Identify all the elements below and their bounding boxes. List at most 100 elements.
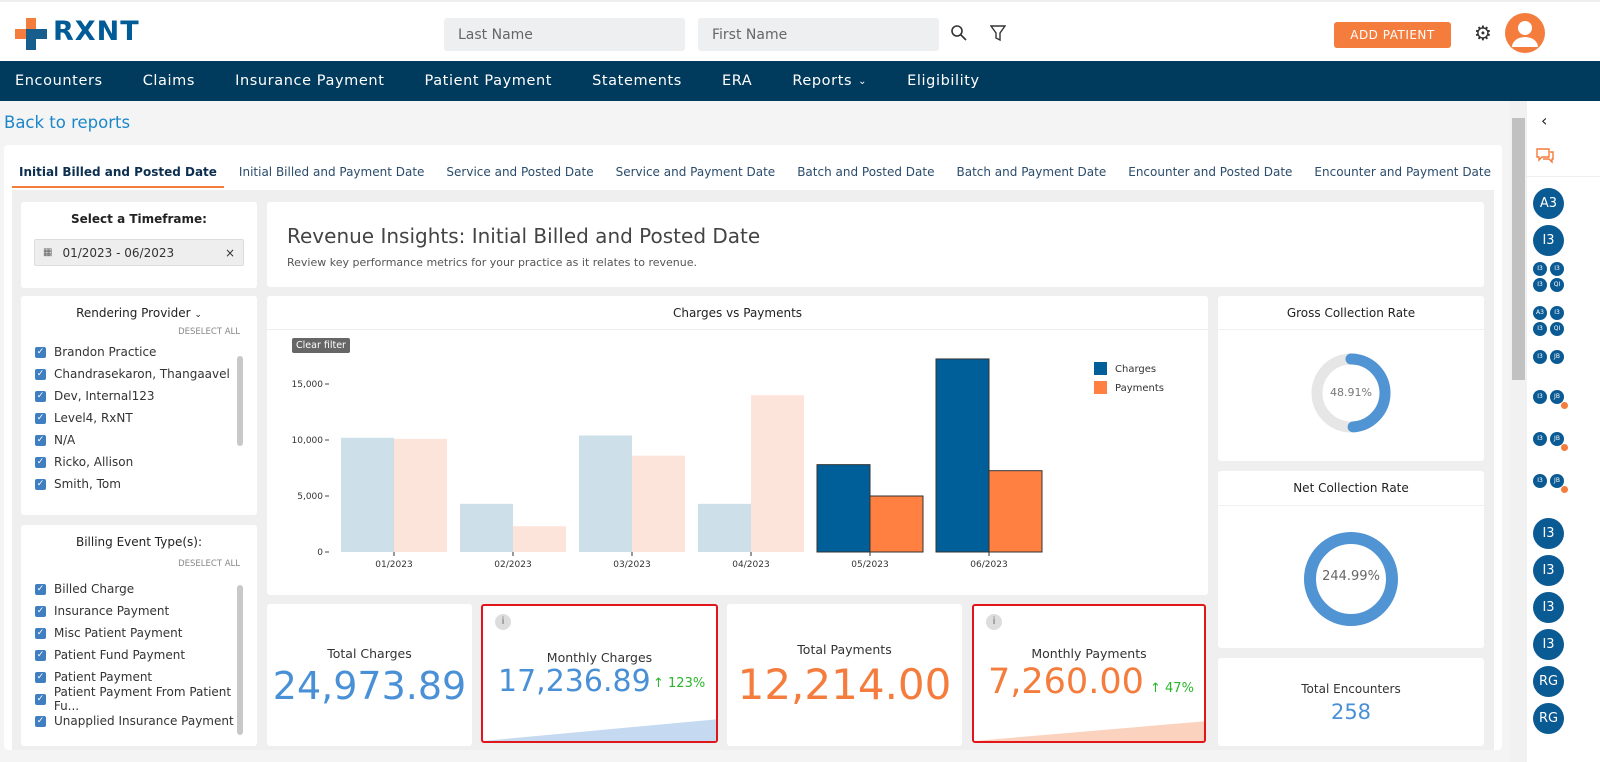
nav-encounters[interactable]: Encounters <box>15 73 103 89</box>
bar-payments[interactable] <box>632 455 685 552</box>
checkbox-checked-icon[interactable]: ✓ <box>35 715 46 727</box>
tab-batch-payment[interactable]: Batch and Payment Date <box>950 160 1114 188</box>
checkbox-item[interactable]: ✓ Insurance Payment <box>35 600 257 622</box>
bar-charges[interactable] <box>460 503 513 552</box>
checkbox-item[interactable]: ✓ Misc Patient Payment <box>35 622 257 644</box>
info-icon[interactable]: i <box>986 614 1002 630</box>
checkbox-checked-icon[interactable]: ✓ <box>35 605 46 617</box>
nav-patient-payment[interactable]: Patient Payment <box>425 73 553 89</box>
checkbox-item[interactable]: ✓ Brandon Practice <box>35 341 257 363</box>
checkbox-checked-icon[interactable]: ✓ <box>35 346 46 358</box>
checkbox-item[interactable]: ✓ N/A <box>35 429 257 451</box>
checkbox-checked-icon[interactable]: ✓ <box>35 390 46 402</box>
monthly-charges-card: i Monthly Charges 17,236.89 ↑ 123% <box>481 604 718 743</box>
nav-reports[interactable]: Reports <box>792 73 852 89</box>
bar-charges[interactable] <box>816 464 871 553</box>
checkbox-checked-icon[interactable]: ✓ <box>35 478 46 490</box>
user-avatar-small[interactable]: I3 <box>1533 322 1547 336</box>
bar-payments[interactable] <box>394 438 447 552</box>
checkbox-item[interactable]: ✓ Patient Fund Payment <box>35 644 257 666</box>
user-avatar[interactable]: A3 <box>1533 188 1564 219</box>
bar-charges[interactable] <box>341 437 394 552</box>
bar-payments[interactable] <box>513 526 566 552</box>
user-avatar-small[interactable]: A3 <box>1533 306 1547 320</box>
user-avatar[interactable]: I3 <box>1533 555 1564 586</box>
tab-initial-billed-payment[interactable]: Initial Billed and Payment Date <box>232 160 432 188</box>
scrollbar[interactable] <box>237 356 243 446</box>
user-avatar-small[interactable]: I3 <box>1533 278 1547 292</box>
nav-eligibility[interactable]: Eligibility <box>907 73 980 89</box>
checkbox-item[interactable]: ✓ Level4, RxNT <box>35 407 257 429</box>
user-avatar-small[interactable]: I3 <box>1533 262 1547 276</box>
user-avatar[interactable]: I3 <box>1533 518 1564 549</box>
checkbox-item[interactable]: ✓ Dev, Internal123 <box>35 385 257 407</box>
user-avatar-small[interactable]: I3 <box>1533 474 1547 488</box>
checkbox-item[interactable]: ✓ Chandrasekaron, Thangaavel <box>35 363 257 385</box>
bar-charges[interactable] <box>698 503 751 552</box>
back-to-reports-link[interactable]: Back to reports <box>4 113 130 132</box>
tab-service-posted[interactable]: Service and Posted Date <box>439 160 600 188</box>
checkbox-checked-icon[interactable]: ✓ <box>35 693 46 705</box>
user-avatar-small[interactable]: I3 <box>1533 432 1547 446</box>
user-avatar[interactable]: RG <box>1533 703 1564 734</box>
user-avatar[interactable]: I3 <box>1533 629 1564 660</box>
bar-payments[interactable] <box>751 395 804 552</box>
checkbox-checked-icon[interactable]: ✓ <box>35 456 46 468</box>
avatar[interactable] <box>1505 13 1545 53</box>
provider-dropdown[interactable]: Rendering Provider ⌄ <box>21 306 257 320</box>
collapse-chevron-icon[interactable]: ‹ <box>1541 111 1547 130</box>
bar-payments[interactable] <box>869 495 924 553</box>
tab-batch-posted[interactable]: Batch and Posted Date <box>790 160 941 188</box>
tab-initial-billed-posted[interactable]: Initial Billed and Posted Date <box>12 160 224 188</box>
bar-charges[interactable] <box>935 358 990 553</box>
scrollbar-thumb[interactable] <box>1512 118 1525 380</box>
filter-icon[interactable] <box>990 24 1006 42</box>
clear-icon[interactable]: × <box>225 246 235 260</box>
timeframe-picker[interactable]: ▦ 01/2023 - 06/2023 × <box>34 239 244 266</box>
last-name-input[interactable] <box>444 18 685 51</box>
checkbox-item[interactable]: ✓ Unapplied Insurance Payment <box>35 710 257 732</box>
tab-encounter-payment[interactable]: Encounter and Payment Date <box>1307 160 1498 188</box>
checkbox-checked-icon[interactable]: ✓ <box>35 434 46 446</box>
chevron-down-icon[interactable]: ⌄ <box>858 76 867 87</box>
user-avatar-small[interactable]: I3 <box>1533 390 1547 404</box>
user-avatar-small[interactable]: QI <box>1550 278 1564 292</box>
y-tick-label: 5,000 <box>297 492 323 502</box>
nav-claims[interactable]: Claims <box>143 73 195 89</box>
provider-deselect-all[interactable]: DESELECT ALL <box>21 327 257 337</box>
bar-payments[interactable] <box>988 470 1043 553</box>
checkbox-item[interactable]: ✓ Patient Payment From Patient Fu... <box>35 685 257 713</box>
user-avatar-small[interactable]: I3 <box>1550 262 1564 276</box>
checkbox-item[interactable]: ✓ Ricko, Allison <box>35 451 257 473</box>
user-avatar[interactable]: RG <box>1533 666 1564 697</box>
checkbox-checked-icon[interactable]: ✓ <box>35 649 46 661</box>
chat-icon[interactable] <box>1535 147 1555 165</box>
user-avatar-small[interactable]: I3 <box>1533 350 1547 364</box>
add-patient-button[interactable]: ADD PATIENT <box>1334 22 1451 48</box>
checkbox-item[interactable]: ✓ Smith, Tom <box>35 473 257 495</box>
page-scrollbar[interactable] <box>1510 101 1527 762</box>
checkbox-checked-icon[interactable]: ✓ <box>35 583 46 595</box>
nav-insurance-payment[interactable]: Insurance Payment <box>235 73 384 89</box>
user-avatar[interactable]: I3 <box>1533 592 1564 623</box>
nav-statements[interactable]: Statements <box>592 73 682 89</box>
checkbox-item[interactable]: ✓ Billed Charge <box>35 578 257 600</box>
checkbox-checked-icon[interactable]: ✓ <box>35 627 46 639</box>
info-icon[interactable]: i <box>495 614 511 630</box>
billing-deselect-all[interactable]: DESELECT ALL <box>21 559 257 569</box>
user-avatar[interactable]: I3 <box>1533 225 1564 256</box>
bar-charges[interactable] <box>579 435 632 552</box>
checkbox-checked-icon[interactable]: ✓ <box>35 368 46 380</box>
scrollbar[interactable] <box>237 585 243 735</box>
tab-service-payment[interactable]: Service and Payment Date <box>609 160 783 188</box>
nav-era[interactable]: ERA <box>722 73 752 89</box>
tab-encounter-posted[interactable]: Encounter and Posted Date <box>1121 160 1299 188</box>
first-name-input[interactable] <box>698 18 939 51</box>
checkbox-checked-icon[interactable]: ✓ <box>35 412 46 424</box>
gear-icon[interactable]: ⚙ <box>1474 21 1492 45</box>
user-avatar-small[interactable]: JB <box>1550 350 1564 364</box>
search-icon[interactable] <box>950 24 968 42</box>
user-avatar-small[interactable]: I3 <box>1550 306 1564 320</box>
user-avatar-small[interactable]: QI <box>1550 322 1564 336</box>
checkbox-checked-icon[interactable]: ✓ <box>35 671 46 683</box>
